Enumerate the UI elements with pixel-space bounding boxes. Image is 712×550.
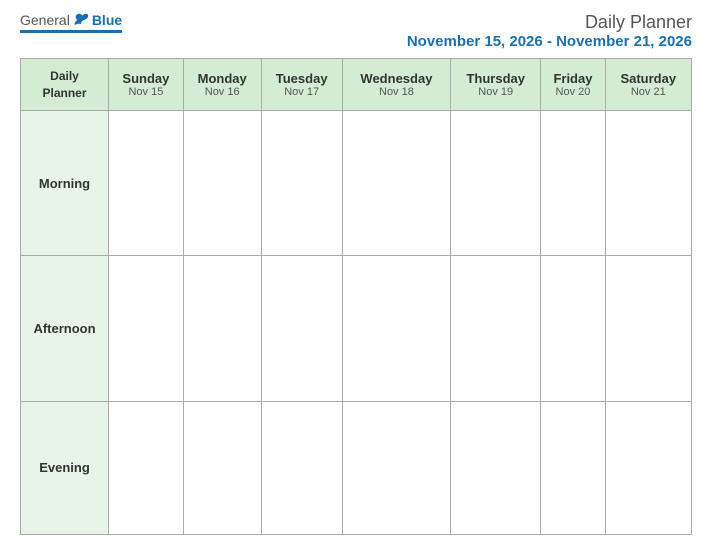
evening-sunday[interactable] [109,401,184,534]
logo-bird-icon [72,13,90,27]
label-column-header: Daily Planner [21,59,109,111]
evening-monday[interactable] [183,401,261,534]
logo-general-text: General [20,12,70,28]
evening-label: Evening [21,401,109,534]
header-row: Daily Planner Sunday Nov 15 Monday Nov 1… [21,59,692,111]
morning-tuesday[interactable] [261,111,342,256]
logo-area: General Blue [20,12,122,33]
col-header-tuesday: Tuesday Nov 17 [261,59,342,111]
planner-title: Daily Planner [407,12,692,33]
morning-friday[interactable] [541,111,605,256]
morning-thursday[interactable] [451,111,541,256]
afternoon-wednesday[interactable] [342,256,450,401]
evening-thursday[interactable] [451,401,541,534]
evening-wednesday[interactable] [342,401,450,534]
logo-underline [20,30,122,33]
col-header-friday: Friday Nov 20 [541,59,605,111]
page-header: General Blue Daily Planner November 15, … [0,0,712,58]
evening-friday[interactable] [541,401,605,534]
morning-monday[interactable] [183,111,261,256]
title-area: Daily Planner November 15, 2026 - Novemb… [407,12,692,50]
morning-wednesday[interactable] [342,111,450,256]
afternoon-monday[interactable] [183,256,261,401]
afternoon-sunday[interactable] [109,256,184,401]
afternoon-saturday[interactable] [605,256,691,401]
logo: General Blue [20,12,122,28]
evening-tuesday[interactable] [261,401,342,534]
morning-row: Morning [21,111,692,256]
logo-blue-text: Blue [92,12,122,28]
col-header-monday: Monday Nov 16 [183,59,261,111]
planner-dates: November 15, 2026 - November 21, 2026 [407,33,692,50]
afternoon-row: Afternoon [21,256,692,401]
afternoon-friday[interactable] [541,256,605,401]
col-header-thursday: Thursday Nov 19 [451,59,541,111]
col-header-sunday: Sunday Nov 15 [109,59,184,111]
morning-saturday[interactable] [605,111,691,256]
morning-label: Morning [21,111,109,256]
planner-table: Daily Planner Sunday Nov 15 Monday Nov 1… [20,58,692,535]
calendar-container: Daily Planner Sunday Nov 15 Monday Nov 1… [0,58,712,550]
col-header-saturday: Saturday Nov 21 [605,59,691,111]
evening-row: Evening [21,401,692,534]
morning-sunday[interactable] [109,111,184,256]
afternoon-label: Afternoon [21,256,109,401]
evening-saturday[interactable] [605,401,691,534]
afternoon-tuesday[interactable] [261,256,342,401]
col-header-wednesday: Wednesday Nov 18 [342,59,450,111]
afternoon-thursday[interactable] [451,256,541,401]
